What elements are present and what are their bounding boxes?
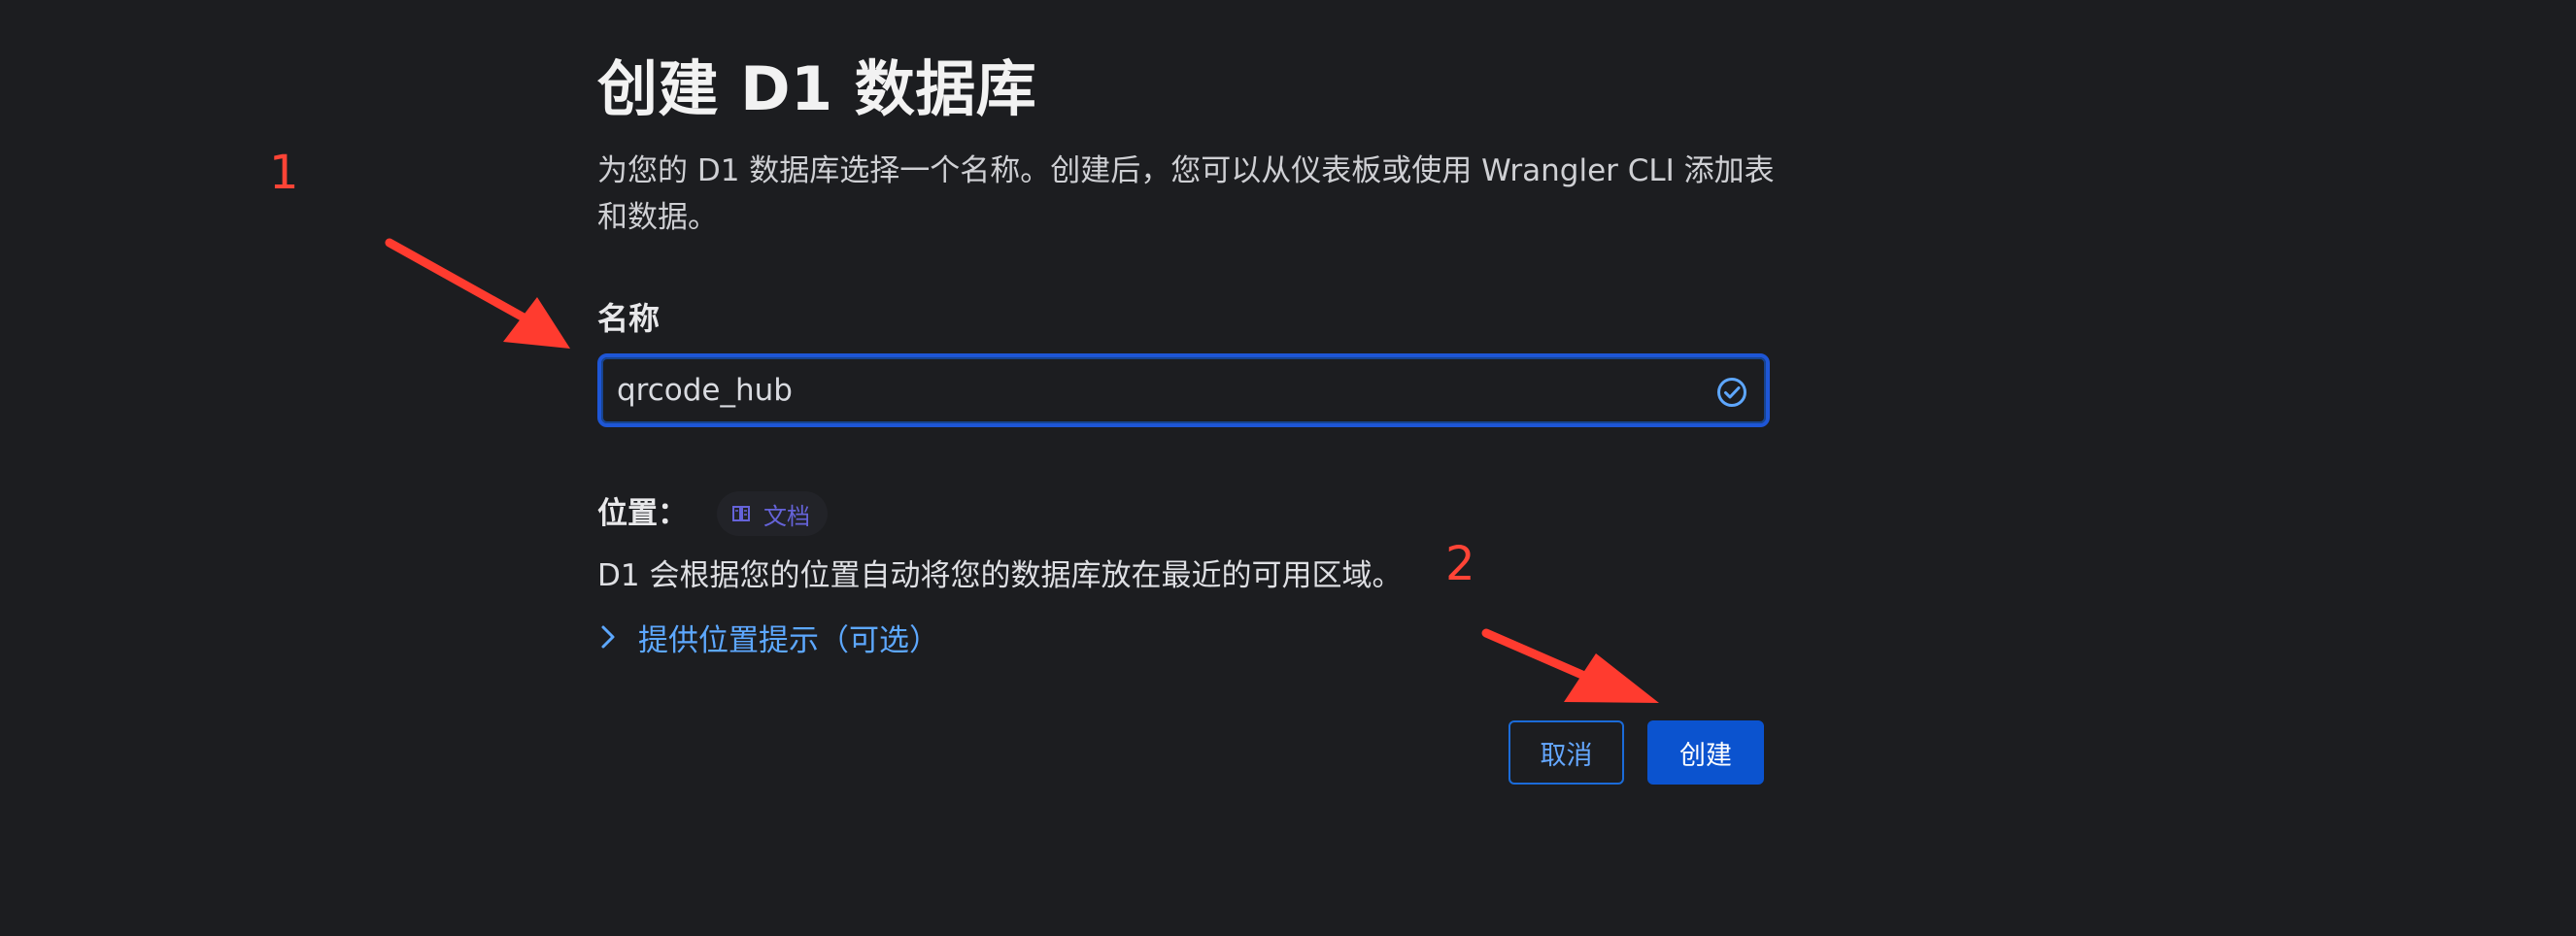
docs-link[interactable]: 文档 bbox=[717, 491, 828, 536]
create-button[interactable]: 创建 bbox=[1647, 720, 1764, 785]
check-circle-icon bbox=[1717, 378, 1746, 407]
dialog-actions: 取消 创建 bbox=[1508, 720, 1764, 785]
name-field-label: 名称 bbox=[597, 300, 661, 337]
location-hint-label: 提供位置提示（可选） bbox=[638, 622, 939, 658]
chevron-right-icon bbox=[601, 625, 615, 649]
location-description: D1 会根据您的位置自动将您的数据库放在最近的可用区域。 bbox=[597, 558, 1403, 593]
page-title: 创建 D1 数据库 bbox=[597, 53, 1037, 124]
docs-link-label: 文档 bbox=[763, 502, 810, 530]
annotation-step-1: 1 bbox=[269, 146, 299, 200]
book-icon bbox=[732, 506, 750, 521]
page-description: 为您的 D1 数据库选择一个名称。创建后，您可以从仪表板或使用 Wrangler… bbox=[597, 153, 1775, 235]
annotation-step-2: 2 bbox=[1445, 537, 1475, 591]
location-header: 位置： 文档 bbox=[597, 491, 1778, 536]
location-hint-toggle[interactable]: 提供位置提示（可选） bbox=[597, 614, 939, 660]
database-name-input[interactable] bbox=[617, 365, 1676, 416]
name-input-container[interactable] bbox=[597, 353, 1770, 427]
annotation-arrow-2-icon bbox=[1481, 628, 1659, 703]
dialog-content: 创建 D1 数据库 为您的 D1 数据库选择一个名称。创建后，您可以从仪表板或使… bbox=[597, 50, 1778, 660]
location-label: 位置： bbox=[597, 496, 688, 531]
cancel-button[interactable]: 取消 bbox=[1508, 720, 1624, 785]
create-d1-database-page: 1 创建 D1 数据库 为您的 D1 数据库选择一个名称。创建后，您可以从仪表板… bbox=[0, 0, 2576, 936]
annotation-arrow-1-icon bbox=[385, 238, 570, 349]
